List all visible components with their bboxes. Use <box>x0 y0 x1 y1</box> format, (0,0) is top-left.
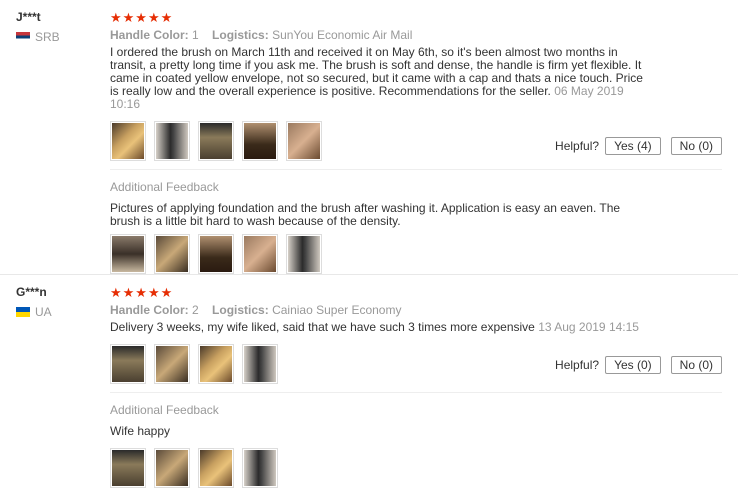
review-item: J***t SRB ★★★★★ Handle Color: 1 Logistic… <box>0 0 738 275</box>
logistics-label: Logistics: <box>212 28 269 42</box>
reviewer-name: J***t <box>16 10 41 24</box>
country-code: SRB <box>35 30 60 44</box>
review-photo[interactable] <box>154 121 190 161</box>
reviewer-info: J***t SRB <box>16 10 96 44</box>
review-photo[interactable] <box>110 448 146 488</box>
reviewer-country: UA <box>16 305 96 319</box>
star-rating: ★★★★★ <box>110 285 174 300</box>
review-content: ★★★★★ Handle Color: 2 Logistics: Cainiao… <box>110 285 722 488</box>
additional-photos <box>110 234 722 274</box>
review-item: G***n UA ★★★★★ Handle Color: 2 Logistics… <box>0 275 738 496</box>
serbia-flag-icon <box>16 32 30 42</box>
logistics-value: Cainiao Super Economy <box>272 303 402 317</box>
helpful-no-button[interactable]: No (0) <box>670 356 722 374</box>
review-photo[interactable] <box>242 234 278 274</box>
review-photo[interactable] <box>110 344 146 384</box>
additional-feedback-label: Additional Feedback <box>110 180 219 194</box>
review-photo[interactable] <box>198 234 234 274</box>
order-attributes: Handle Color: 1 Logistics: SunYou Econom… <box>110 28 722 42</box>
handle-color-label: Handle Color: <box>110 28 189 42</box>
ukraine-flag-icon <box>16 307 30 317</box>
review-photo[interactable] <box>198 344 234 384</box>
handle-color-value: 1 <box>192 28 199 42</box>
country-code: UA <box>35 305 52 319</box>
review-photo[interactable] <box>154 344 190 384</box>
additional-feedback-label: Additional Feedback <box>110 403 219 417</box>
reviewer-info: G***n UA <box>16 285 96 319</box>
helpful-yes-button[interactable]: Yes (0) <box>605 356 661 374</box>
review-text: Delivery 3 weeks, my wife liked, said th… <box>110 321 650 334</box>
divider <box>110 392 722 393</box>
review-photo[interactable] <box>286 234 322 274</box>
review-photo[interactable] <box>242 448 278 488</box>
helpful-yes-button[interactable]: Yes (4) <box>605 137 661 155</box>
helpful-label: Helpful? <box>555 358 600 372</box>
helpful-label: Helpful? <box>555 139 600 153</box>
review-photo[interactable] <box>242 121 278 161</box>
review-photo[interactable] <box>154 448 190 488</box>
review-photo[interactable] <box>198 448 234 488</box>
review-text: I ordered the brush on March 11th and re… <box>110 46 650 111</box>
review-photo[interactable] <box>242 344 278 384</box>
reviewer-name: G***n <box>16 285 47 299</box>
review-photo[interactable] <box>110 121 146 161</box>
handle-color-value: 2 <box>192 303 199 317</box>
order-attributes: Handle Color: 2 Logistics: Cainiao Super… <box>110 303 722 317</box>
review-body: Delivery 3 weeks, my wife liked, said th… <box>110 320 535 334</box>
divider <box>110 169 722 170</box>
reviewer-country: SRB <box>16 30 96 44</box>
logistics-value: SunYou Economic Air Mail <box>272 28 413 42</box>
additional-photos <box>110 448 722 488</box>
review-photo[interactable] <box>110 234 146 274</box>
review-photo[interactable] <box>198 121 234 161</box>
additional-feedback-text: Pictures of applying foundation and the … <box>110 201 621 228</box>
review-photo[interactable] <box>154 234 190 274</box>
handle-color-label: Handle Color: <box>110 303 189 317</box>
helpful-voting: Helpful? Yes (4) No (0) <box>555 137 722 155</box>
review-content: ★★★★★ Handle Color: 1 Logistics: SunYou … <box>110 10 722 274</box>
review-date: 13 Aug 2019 14:15 <box>538 320 639 334</box>
additional-feedback-text: Wife happy <box>110 424 171 438</box>
review-photo[interactable] <box>286 121 322 161</box>
helpful-no-button[interactable]: No (0) <box>670 137 722 155</box>
star-rating: ★★★★★ <box>110 10 174 25</box>
helpful-voting: Helpful? Yes (0) No (0) <box>555 356 722 374</box>
logistics-label: Logistics: <box>212 303 269 317</box>
